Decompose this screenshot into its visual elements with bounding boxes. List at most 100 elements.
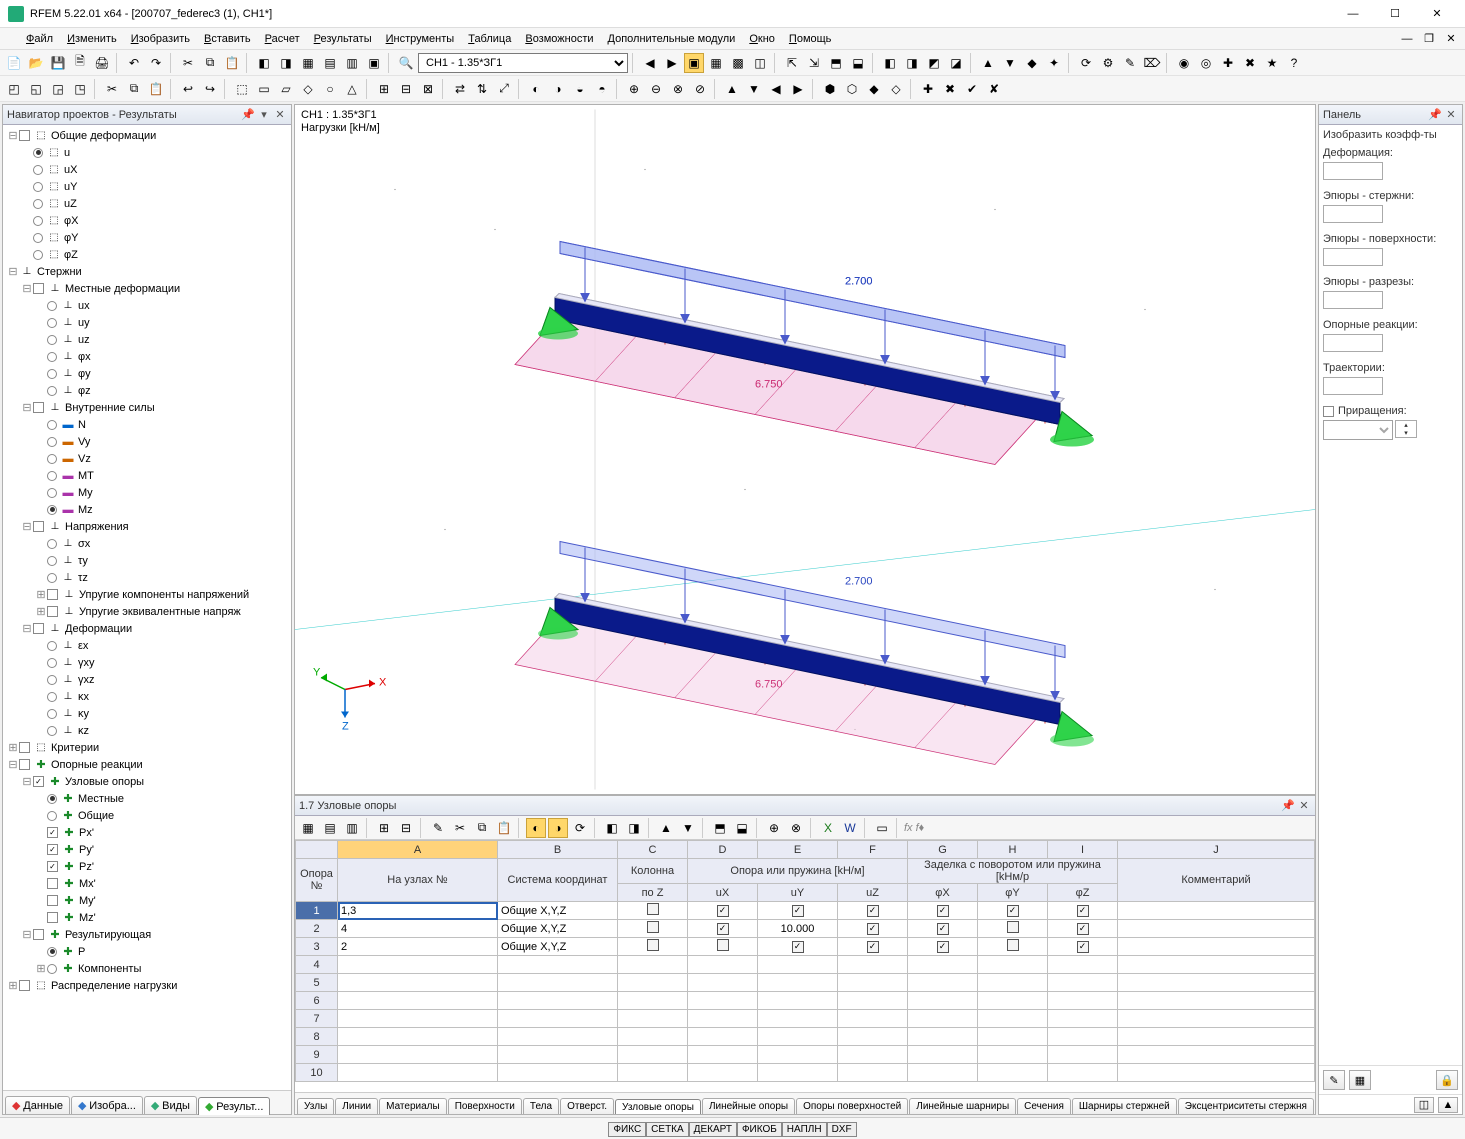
u28[interactable]: ⊗ [668,79,688,99]
help-icon[interactable]: ? [1284,53,1304,73]
rp-close-icon[interactable]: ✕ [1444,108,1458,122]
u2[interactable]: ◱ [26,79,46,99]
u11[interactable]: ▭ [254,79,274,99]
u18[interactable]: ⊠ [418,79,438,99]
t21[interactable]: ◎ [1196,53,1216,73]
tt13[interactable]: ▲ [656,818,676,838]
u9[interactable]: ↪ [200,79,220,99]
nav-tab-views[interactable]: ◆ Виды [144,1096,197,1114]
tool-f[interactable]: ▣ [364,53,384,73]
u4[interactable]: ◳ [70,79,90,99]
t16[interactable]: ⟳ [1076,53,1096,73]
tree-node[interactable]: ⊟⊥Напряжения [3,518,291,535]
u29[interactable]: ⊘ [690,79,710,99]
t5[interactable]: ⇲ [804,53,824,73]
u33[interactable]: ▶ [788,79,808,99]
tree-node[interactable]: ▬N [3,416,291,433]
export-word-icon[interactable]: W [840,818,860,838]
u10[interactable]: ⬚ [232,79,252,99]
tree-node[interactable]: ⊟⊥Внутренние силы [3,399,291,416]
nav-tab-display[interactable]: ◆ Изобра... [71,1096,143,1114]
t19[interactable]: ⌦ [1142,53,1162,73]
menu-Вставить[interactable]: Вставить [198,31,257,47]
tt14[interactable]: ▼ [678,818,698,838]
rp-sec-spin-2[interactable]: ▴▾ [1323,248,1383,266]
tree-node[interactable]: ✚My' [3,892,291,909]
u41[interactable]: ✘ [984,79,1004,99]
tree-node[interactable]: ⊞⊥Упругие эквивалентные напряж [3,603,291,620]
viewport[interactable]: CH1 : 1.35*ЗГ1 Нагрузки [kН/м] [294,104,1316,795]
tree-node[interactable]: ⊥uy [3,314,291,331]
u38[interactable]: ✚ [918,79,938,99]
u24[interactable]: ◒ [570,79,590,99]
tt6[interactable]: ✎ [428,818,448,838]
new-icon[interactable]: 📄 [4,53,24,73]
nav-tab-results[interactable]: ◆ Результ... [198,1097,270,1115]
u36[interactable]: ◆ [864,79,884,99]
rp-sec-spin-3[interactable]: ▴▾ [1323,291,1383,309]
u35[interactable]: ⬡ [842,79,862,99]
tt4[interactable]: ⊞ [374,818,394,838]
tt1[interactable]: ▦ [298,818,318,838]
tt18[interactable]: ⊗ [786,818,806,838]
u3[interactable]: ◲ [48,79,68,99]
table-tab-11[interactable]: Шарниры стержней [1072,1098,1177,1114]
tool-a[interactable]: ◧ [254,53,274,73]
tree-node[interactable]: ⬚uX [3,161,291,178]
tree-node[interactable]: ⊞⬚Распределение нагрузки [3,977,291,994]
tree-node[interactable]: ✓✚Py' [3,841,291,858]
u37[interactable]: ◇ [886,79,906,99]
table-row[interactable]: 9 [296,1046,1315,1064]
minimize-button[interactable]: — [1333,2,1373,26]
tree-node[interactable]: ✚Mx' [3,875,291,892]
tree-node[interactable]: ⊥τy [3,552,291,569]
u22[interactable]: ◐ [526,79,546,99]
table-row[interactable]: 24Общие X,Y,Z10.000 [296,920,1315,938]
tree-node[interactable]: ⊥φx [3,348,291,365]
tree-node[interactable]: ⬚u [3,144,291,161]
u1[interactable]: ◰ [4,79,24,99]
u17[interactable]: ⊟ [396,79,416,99]
rp-sec-spin-1[interactable]: ▴▾ [1323,205,1383,223]
tree-node[interactable]: ⊟⬚Общие деформации [3,127,291,144]
rp-incr-combo[interactable] [1323,420,1393,440]
cut-icon[interactable]: ✂ [178,53,198,73]
table-grid[interactable]: ABCDEFGHIJОпора№На узлах №Система коорди… [295,840,1315,1092]
table-tab-0[interactable]: Узлы [297,1098,334,1114]
tree-node[interactable]: ✓✚Pz' [3,858,291,875]
mdi-minimize-button[interactable]: — [1397,31,1417,47]
table-close-icon[interactable]: ✕ [1297,799,1311,813]
u30[interactable]: ▲ [722,79,742,99]
t1[interactable]: ▦ [706,53,726,73]
save-icon[interactable]: 💾 [48,53,68,73]
table-row[interactable]: 10 [296,1064,1315,1082]
t17[interactable]: ⚙ [1098,53,1118,73]
rp-btn-edit[interactable]: ✎ [1323,1070,1345,1090]
t6[interactable]: ⬒ [826,53,846,73]
tt-sel1[interactable]: ◐ [526,818,546,838]
status-НАПЛН[interactable]: НАПЛН [782,1122,827,1137]
t3[interactable]: ◫ [750,53,770,73]
t2[interactable]: ▩ [728,53,748,73]
t11[interactable]: ◪ [946,53,966,73]
close-button[interactable]: ✕ [1417,2,1457,26]
tree-node[interactable]: ⊥σx [3,535,291,552]
dropdown-icon[interactable]: ▾ [257,108,271,122]
status-DXF[interactable]: DXF [827,1122,857,1137]
tree-node[interactable]: ✓✚Px' [3,824,291,841]
table-tab-8[interactable]: Опоры поверхностей [796,1098,908,1114]
tree-node[interactable]: ✚Местные [3,790,291,807]
tree-node[interactable]: ⬚uY [3,178,291,195]
rp-b2[interactable]: ▲ [1438,1097,1458,1113]
rp-sec-spin-4[interactable]: ▴▾ [1323,334,1383,352]
tree-node[interactable]: ⊥φz [3,382,291,399]
tree-node[interactable]: ▬MT [3,467,291,484]
tree-node[interactable]: ⊟✚Опорные реакции [3,756,291,773]
tt10[interactable]: ⟳ [570,818,590,838]
tool-e[interactable]: ▥ [342,53,362,73]
tree-node[interactable]: ▬My [3,484,291,501]
menu-Инструменты[interactable]: Инструменты [380,31,461,47]
t10[interactable]: ◩ [924,53,944,73]
table-tab-9[interactable]: Линейные шарниры [909,1098,1016,1114]
u26[interactable]: ⊕ [624,79,644,99]
